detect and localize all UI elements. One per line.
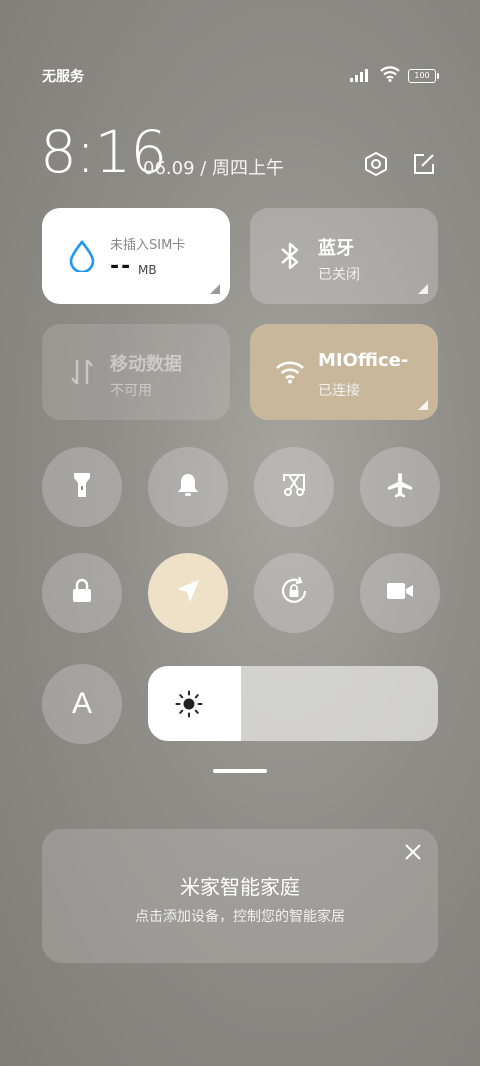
mute-toggle[interactable] — [148, 447, 228, 527]
bluetooth-icon — [274, 240, 306, 272]
flashlight-toggle[interactable] — [42, 447, 122, 527]
flashlight-icon — [71, 471, 93, 503]
airplane-icon — [386, 471, 414, 503]
smart-home-subtitle: 点击添加设备，控制您的智能家居 — [135, 909, 345, 925]
auto-brightness-label: A — [71, 687, 92, 720]
auto-brightness-button[interactable]: A — [42, 664, 122, 744]
wifi-network-name: MIOffice- — [318, 350, 409, 371]
bluetooth-status: 已关闭 — [318, 267, 360, 283]
rotation-lock-toggle[interactable] — [254, 553, 334, 633]
wifi-tile[interactable]: MIOffice- 已连接 — [250, 324, 438, 420]
location-toggle[interactable] — [148, 553, 228, 633]
video-icon — [385, 580, 415, 606]
brightness-slider[interactable] — [148, 666, 438, 741]
data-tile-title: 未插入SIM卡 — [110, 238, 186, 253]
brightness-icon — [175, 690, 203, 722]
wifi-icon — [274, 356, 306, 388]
data-tile-value: -- — [110, 254, 133, 279]
mobile-data-tile[interactable]: 移动数据 不可用 — [42, 324, 230, 420]
screenshot-icon — [281, 472, 307, 502]
status-icons: 100 — [350, 66, 439, 86]
airplane-toggle[interactable] — [360, 447, 440, 527]
screen-record-toggle[interactable] — [360, 553, 440, 633]
wifi-status: 已连接 — [318, 383, 360, 399]
mobile-data-icon — [66, 356, 98, 388]
data-tile-unit: MB — [138, 263, 157, 277]
smart-home-title: 米家智能家庭 — [180, 875, 300, 899]
settings-icon[interactable] — [362, 150, 390, 178]
lock-icon — [70, 578, 94, 608]
expand-corner-icon — [418, 284, 428, 294]
drag-handle[interactable] — [213, 769, 267, 773]
bluetooth-tile[interactable]: 蓝牙 已关闭 — [250, 208, 438, 304]
screenshot-toggle[interactable] — [254, 447, 334, 527]
bell-icon — [176, 472, 200, 502]
wifi-status-icon — [380, 66, 400, 86]
smart-home-card[interactable]: 米家智能家庭 点击添加设备，控制您的智能家居 — [42, 829, 438, 963]
expand-corner-icon — [210, 284, 220, 294]
rotation-lock-icon — [279, 576, 309, 610]
carrier-status: 无服务 — [42, 69, 84, 85]
close-icon[interactable] — [404, 843, 422, 865]
battery-icon: 100 — [408, 69, 439, 83]
mobile-data-label: 移动数据 — [110, 354, 182, 375]
signal-icon — [350, 67, 372, 86]
lock-screen-toggle[interactable] — [42, 553, 122, 633]
bluetooth-label: 蓝牙 — [318, 238, 354, 259]
water-drop-icon — [66, 240, 98, 272]
data-usage-tile[interactable]: 未插入SIM卡 -- MB — [42, 208, 230, 304]
expand-corner-icon — [418, 400, 428, 410]
edit-icon[interactable] — [410, 150, 438, 178]
location-icon — [175, 578, 201, 608]
mobile-data-status: 不可用 — [110, 383, 152, 399]
clock-date: 06.09 / 周四上午 — [143, 158, 285, 179]
